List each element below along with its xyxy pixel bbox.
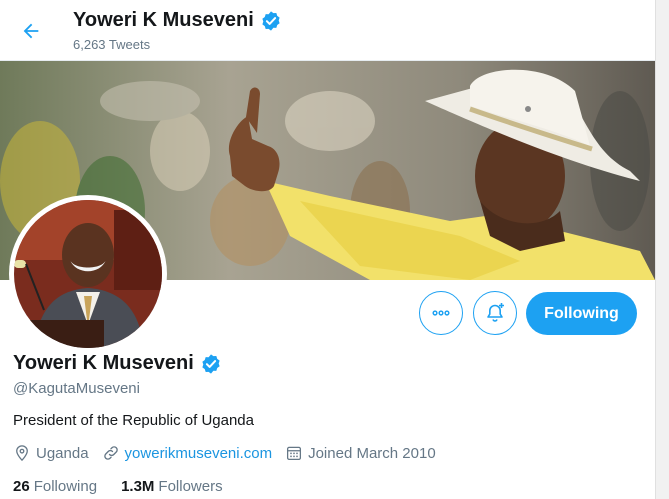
link-icon (103, 446, 118, 460)
following-label: Following (33, 478, 98, 495)
notifications-button[interactable] (473, 291, 517, 335)
joined-text: Joined March 2010 (308, 444, 436, 462)
website-item: yowerikmuseveni.com (102, 444, 273, 462)
followers-stat[interactable]: 1.3M Followers (121, 478, 223, 495)
display-name: Yoweri K Museveni (13, 352, 194, 374)
profile-header-bar: Yoweri K Museveni 6,263 Tweets (0, 0, 655, 61)
followers-count: 1.3M (121, 478, 155, 495)
following-button[interactable]: Following (526, 292, 637, 335)
location-pin-icon (16, 445, 28, 462)
website-link[interactable]: yowerikmuseveni.com (125, 445, 273, 462)
profile-avatar[interactable] (9, 195, 167, 353)
profile-bio: President of the Republic of Uganda (13, 412, 254, 429)
header-title: Yoweri K Museveni (73, 9, 282, 32)
location-item: Uganda (13, 444, 89, 462)
header-name: Yoweri K Museveni (73, 9, 254, 31)
back-button[interactable] (14, 14, 48, 48)
following-count: 26 (13, 478, 30, 495)
more-horizontal-icon (432, 310, 450, 316)
bell-plus-icon (487, 303, 504, 322)
profile-handle: @KagutaMuseveni (13, 380, 140, 397)
joined-item: Joined March 2010 (285, 444, 436, 462)
profile-name: Yoweri K Museveni (13, 352, 222, 375)
followers-label: Followers (158, 478, 223, 495)
arrow-left-icon (23, 23, 39, 39)
calendar-icon (287, 446, 302, 461)
more-options-button[interactable] (419, 291, 463, 335)
tweet-count: 6,263 Tweets (73, 37, 151, 52)
profile-meta: Uganda yowerikmuseveni.com Joined March … (13, 444, 449, 462)
location-text: Uganda (36, 444, 89, 462)
following-stat[interactable]: 26 Following (13, 478, 97, 495)
verified-badge-icon (202, 353, 220, 374)
scrollbar[interactable] (655, 0, 669, 499)
verified-badge-icon (262, 10, 280, 31)
profile-stats: 26 Following 1.3M Followers (13, 478, 247, 495)
